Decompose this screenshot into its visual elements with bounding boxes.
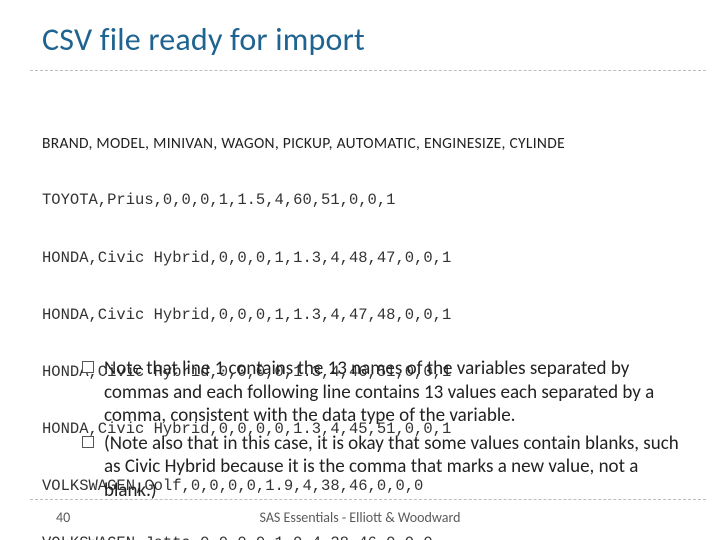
bullet-item: Note that line 1 contains the 13 names o…: [82, 357, 684, 428]
slide: CSV file ready for import BRAND, MODEL, …: [0, 0, 720, 540]
bullet-item: (Note also that in this case, it is okay…: [82, 432, 684, 503]
footer-text: SAS Essentials - Elliott & Woodward: [0, 509, 720, 526]
csv-row: HONDA,Civic Hybrid,0,0,0,1,1.3,4,47,48,0…: [42, 306, 706, 325]
csv-row: TOYOTA,Prius,0,0,0,1,1.5,4,60,51,0,0,1: [42, 191, 706, 210]
csv-row: VOLKSWAGEN,Jetta,0,0,0,0,1.9,4,38,46,0,0…: [42, 534, 706, 540]
footer-rule: [30, 499, 706, 500]
slide-title: CSV file ready for import: [42, 20, 365, 59]
title-rule: [30, 70, 706, 71]
bullet-list: Note that line 1 contains the 13 names o…: [42, 357, 684, 506]
csv-header-line: BRAND, MODEL, MINIVAN, WAGON, PICKUP, AU…: [42, 134, 706, 153]
csv-row: HONDA,Civic Hybrid,0,0,0,1,1.3,4,48,47,0…: [42, 249, 706, 268]
